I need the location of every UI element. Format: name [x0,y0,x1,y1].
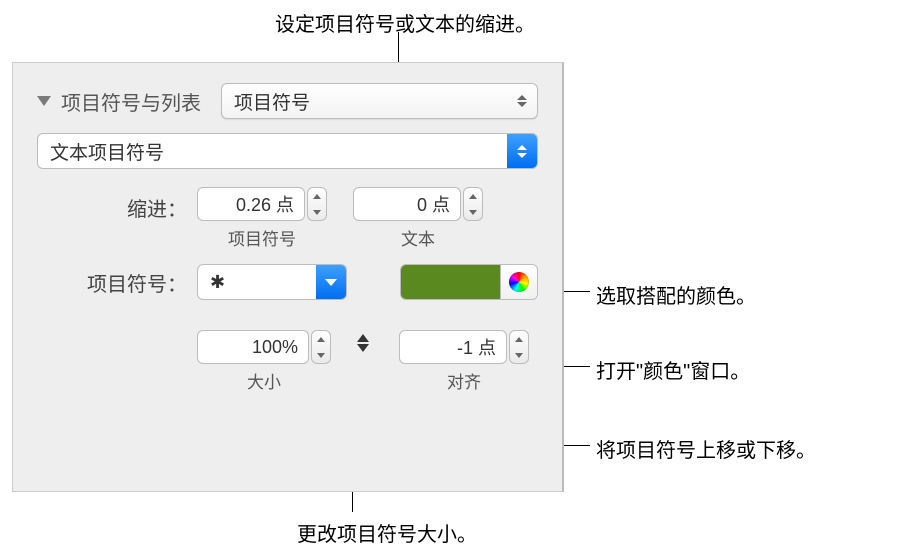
annotation-indent: 设定项目符号或文本的缩进。 [275,8,535,37]
bullet-indent-stepper[interactable] [307,187,327,221]
text-indent-value: 0 点 [417,191,450,217]
size-field[interactable]: 100% [197,330,309,364]
bullet-indent-sublabel: 项目符号 [197,225,327,250]
list-type-value: 项目符号 [234,88,310,115]
size-value: 100% [252,337,298,358]
annotation-color-window: 打开"颜色"窗口。 [596,355,750,384]
color-well [400,264,538,300]
bullet-indent-value: 0.26 点 [236,191,294,217]
bullet-indent-field[interactable]: 0.26 点 [197,187,305,221]
indent-label: 缩进： [37,187,187,222]
size-stepper[interactable] [311,330,331,364]
align-sublabel: 对齐 [399,368,529,393]
section-title: 项目符号与列表 [61,87,201,116]
color-swatch[interactable] [401,265,501,299]
disclosure-triangle-icon[interactable] [37,96,51,106]
formatting-panel: 项目符号与列表 项目符号 文本项目符号 缩进： 0.26 点 项目符号 0 点 [12,62,564,492]
color-wheel-icon [509,272,529,292]
align-stepper[interactable] [509,330,529,364]
annotation-align: 将项目符号上移或下移。 [596,434,816,463]
text-indent-sublabel: 文本 [353,225,483,250]
bullet-style-popup[interactable]: 文本项目符号 [37,133,538,169]
dropdown-arrow-icon [316,265,346,299]
list-type-select[interactable]: 项目符号 [221,83,538,119]
color-wheel-button[interactable] [501,265,537,299]
text-indent-field[interactable]: 0 点 [353,187,461,221]
align-field[interactable]: -1 点 [399,330,507,364]
size-sublabel: 大小 [197,368,331,393]
text-indent-stepper[interactable] [463,187,483,221]
popup-arrows-icon [507,134,537,168]
annotation-size: 更改项目符号大小。 [297,518,477,547]
updown-arrows-icon [513,95,531,107]
bullet-glyph-value: ✱ [210,272,225,293]
annotation-color-pick: 选取搭配的颜色。 [596,280,756,309]
align-value: -1 点 [457,334,496,360]
bullet-style-value: 文本项目符号 [50,138,164,165]
bullet-label: 项目符号： [37,268,187,297]
bullet-glyph-popup[interactable]: ✱ [197,264,347,300]
vertical-align-icon [351,334,375,352]
